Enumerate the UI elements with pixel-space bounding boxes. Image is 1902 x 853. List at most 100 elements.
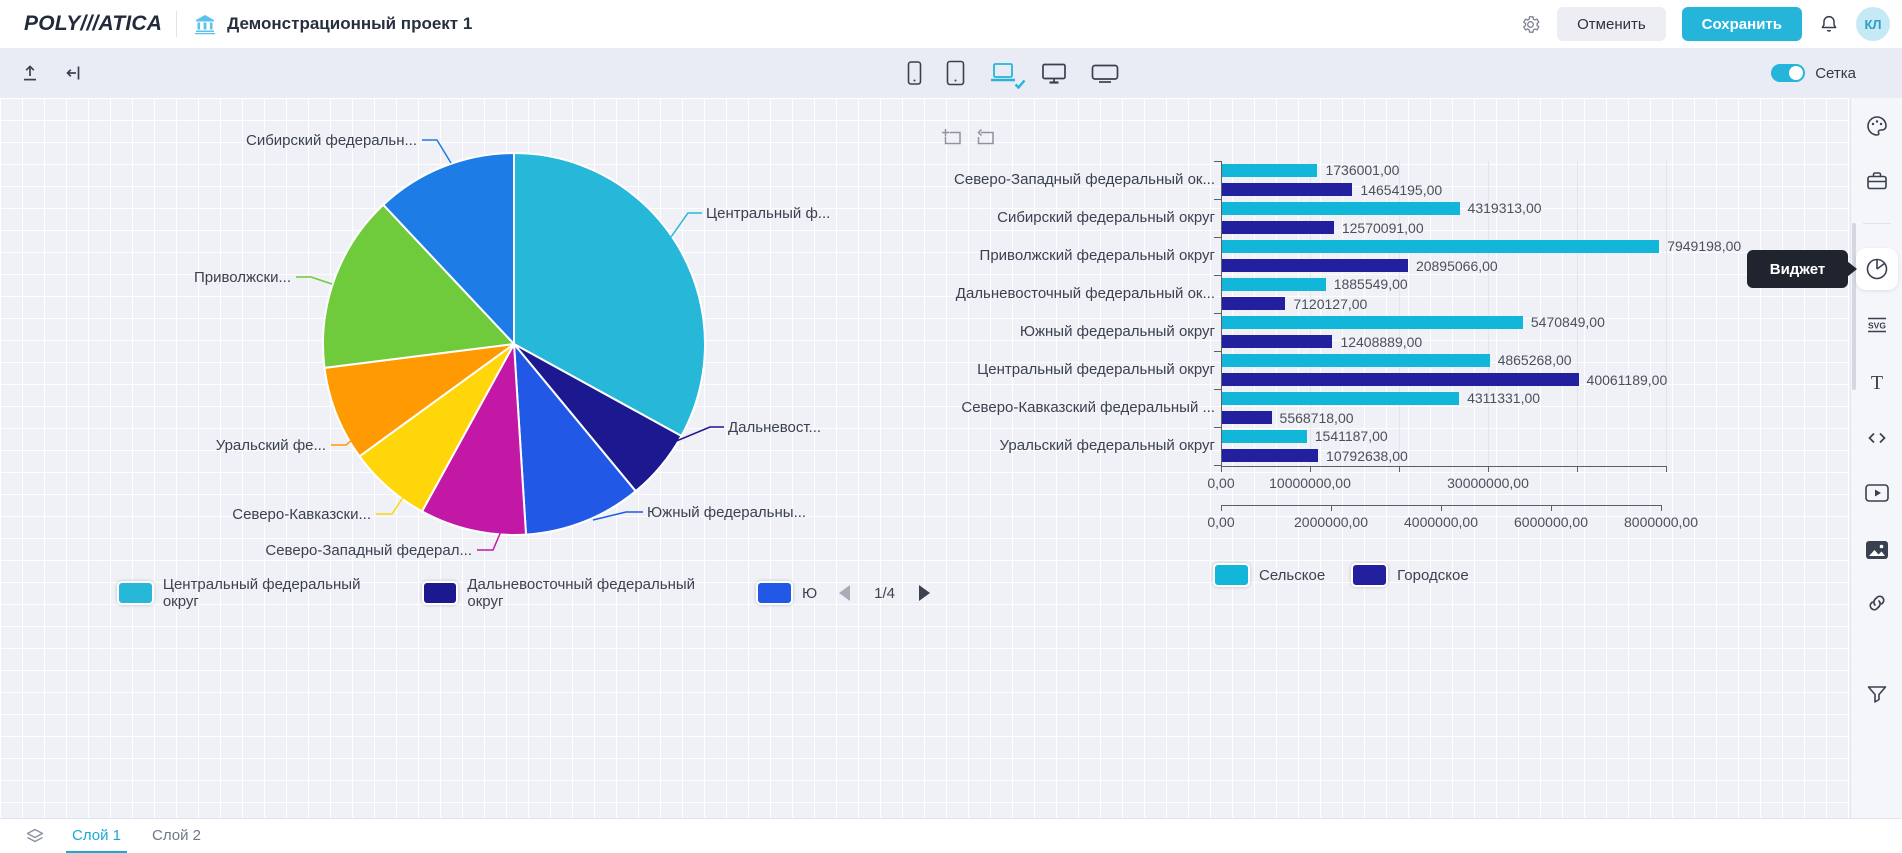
legend-item[interactable]: Центральный федеральный округ — [117, 576, 400, 610]
category-label: Южный федеральный округ — [935, 322, 1215, 342]
bar-city[interactable] — [1222, 259, 1408, 272]
category-axis-tick — [1214, 389, 1221, 390]
collapse-left-icon[interactable] — [64, 63, 84, 83]
pie-chart-widget[interactable]: Центральный ф...Дальневост...Южный федер… — [10, 100, 930, 700]
device-tablet-button[interactable] — [944, 58, 967, 88]
city-axis-tick — [1399, 466, 1400, 472]
widget-tooltip: Виджет — [1747, 250, 1848, 288]
layers-icon[interactable] — [26, 828, 44, 845]
pie-legend: Центральный федеральный округ Дальневосто… — [117, 576, 930, 610]
bar-rural[interactable] — [1222, 316, 1523, 329]
widget-pie-icon[interactable] — [1856, 248, 1898, 290]
dashboard-canvas[interactable]: Центральный ф...Дальневост...Южный федер… — [0, 98, 1850, 818]
city-axis-tick-label: 0,00 — [1207, 475, 1234, 491]
toggle-knob — [1789, 66, 1803, 80]
rural-axis-tick — [1221, 505, 1222, 511]
legend-label: Ю — [802, 585, 817, 602]
category-axis-tick — [1214, 199, 1221, 200]
device-tv-button[interactable] — [1089, 61, 1121, 86]
rural-axis-tick — [1331, 505, 1332, 511]
bar-rural[interactable] — [1222, 392, 1459, 405]
bar-value-label: 7949198,00 — [1667, 238, 1741, 254]
legend-item[interactable]: Ю — [756, 581, 817, 605]
gear-icon[interactable] — [1520, 14, 1541, 35]
bar-rural[interactable] — [1222, 164, 1317, 177]
tab-layer-2[interactable]: Слой 2 — [146, 819, 207, 853]
rural-axis-tick-label: 8000000,00 — [1624, 514, 1698, 530]
bar-legend: Сельское Городское — [1213, 563, 1469, 587]
legend-next-button[interactable] — [919, 585, 930, 601]
text-icon[interactable]: T — [1856, 361, 1898, 403]
save-button[interactable]: Сохранить — [1682, 7, 1802, 41]
tab-layer-1[interactable]: Слой 1 — [66, 819, 127, 853]
bar-chart-widget[interactable]: Северо-Западный федеральный ок...1736001… — [935, 105, 1850, 705]
legend-swatch — [117, 581, 154, 605]
bar-city[interactable] — [1222, 221, 1334, 234]
link-icon[interactable] — [1856, 582, 1898, 624]
filter-icon[interactable] — [1856, 673, 1898, 715]
bar-value-label: 10792638,00 — [1326, 448, 1408, 464]
widget-tooltip-label: Виджет — [1770, 261, 1826, 278]
bar-rural[interactable] — [1222, 278, 1326, 291]
app-header: POLY///ATICA Демонстрационный проект 1 О… — [0, 0, 1902, 48]
legend-label: Центральный федеральный округ — [163, 576, 400, 610]
category-label: Сибирский федеральный округ — [935, 208, 1215, 228]
device-desktop-button[interactable] — [1039, 60, 1069, 87]
pie-slice-label: Уральский фе... — [216, 437, 326, 454]
image-icon[interactable] — [1856, 529, 1898, 571]
bar-value-label: 14654195,00 — [1360, 182, 1442, 198]
upload-icon[interactable] — [20, 63, 40, 83]
widget-sidebar: SVG T — [1850, 98, 1902, 818]
sidebar-scrollbar[interactable] — [1852, 223, 1856, 390]
legend-item[interactable]: Городское — [1351, 563, 1468, 587]
bell-icon[interactable] — [1818, 13, 1840, 35]
category-label: Приволжский федеральный округ — [935, 246, 1215, 266]
bar-value-label: 5568718,00 — [1280, 410, 1354, 426]
bar-chart-plot: Северо-Западный федеральный ок...1736001… — [935, 105, 1850, 545]
media-icon[interactable] — [1856, 472, 1898, 514]
legend-item[interactable]: Сельское — [1213, 563, 1325, 587]
legend-item[interactable]: Дальневосточный федеральный округ — [422, 576, 734, 610]
bank-icon — [193, 12, 217, 36]
palette-icon[interactable] — [1856, 105, 1898, 147]
svg-text:T: T — [1871, 372, 1883, 394]
category-axis-tick — [1214, 275, 1221, 276]
bar-rural[interactable] — [1222, 430, 1307, 443]
bar-city[interactable] — [1222, 449, 1318, 462]
bar-city[interactable] — [1222, 297, 1285, 310]
city-axis-tick-label: 10000000,00 — [1269, 475, 1351, 491]
bar-city[interactable] — [1222, 335, 1332, 348]
bar-city[interactable] — [1222, 411, 1272, 424]
app-logo: POLY///ATICA — [24, 12, 162, 36]
device-phone-button[interactable] — [905, 58, 924, 88]
sidebar-divider — [1863, 223, 1891, 224]
legend-prev-button[interactable] — [839, 585, 850, 601]
bar-rural[interactable] — [1222, 202, 1460, 215]
briefcase-icon[interactable] — [1856, 160, 1898, 202]
bar-value-label: 4311331,00 — [1467, 390, 1540, 406]
category-label: Уральский федеральный округ — [935, 436, 1215, 456]
bar-value-label: 7120127,00 — [1293, 296, 1367, 312]
svg-icon[interactable]: SVG — [1856, 304, 1898, 346]
rural-axis-tick — [1441, 505, 1442, 511]
code-icon[interactable] — [1856, 417, 1898, 459]
bar-value-label: 1885549,00 — [1334, 276, 1408, 292]
bar-city[interactable] — [1222, 373, 1579, 386]
grid-toggle[interactable] — [1771, 64, 1805, 82]
category-label: Дальневосточный федеральный ок... — [935, 284, 1215, 304]
bar-rural[interactable] — [1222, 354, 1490, 367]
rural-axis-tick-label: 4000000,00 — [1404, 514, 1478, 530]
tooltip-arrow — [1847, 261, 1857, 277]
pie-label-leader — [296, 277, 332, 284]
device-laptop-button[interactable] — [987, 60, 1019, 86]
city-axis-tick — [1221, 466, 1222, 472]
cancel-button[interactable]: Отменить — [1557, 7, 1666, 41]
city-axis-tick — [1310, 466, 1311, 472]
category-axis-tick — [1214, 237, 1221, 238]
layers-bar: Слой 1 Слой 2 — [0, 818, 1902, 853]
bar-city[interactable] — [1222, 183, 1352, 196]
rural-axis-tick-label: 2000000,00 — [1294, 514, 1368, 530]
legend-label: Дальневосточный федеральный округ — [467, 576, 734, 610]
avatar[interactable]: КЛ — [1856, 7, 1890, 41]
bar-rural[interactable] — [1222, 240, 1659, 253]
